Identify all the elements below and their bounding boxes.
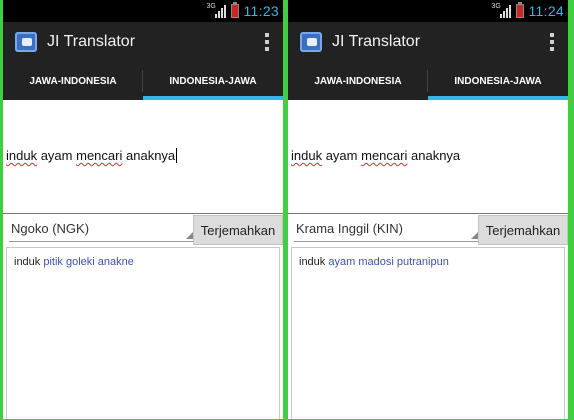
phone-screen-ngoko: 3G 11:23 JI Translator JAWA-INDONESIA IN… (3, 0, 283, 419)
language-level-dropdown[interactable]: Ngoko (NGK) (9, 215, 195, 242)
overflow-menu-icon[interactable] (265, 33, 269, 51)
status-bar: 3G 11:24 (288, 0, 568, 22)
controls-row: Ngoko (NGK) Terjemahkan (3, 214, 283, 245)
controls-row: Krama Inggil (KIN) Terjemahkan (288, 214, 568, 245)
app-title: JI Translator (332, 33, 421, 50)
translator-app-icon[interactable] (300, 32, 322, 52)
signal-icon: 3G (207, 3, 226, 18)
input-word: anaknya (126, 148, 176, 163)
tab-jawa-indonesia[interactable]: JAWA-INDONESIA (288, 62, 428, 100)
tab-indonesia-jawa[interactable]: INDONESIA-JAWA (428, 62, 568, 100)
translation-output: induk pitik goleki anakne (6, 247, 280, 419)
battery-icon (515, 2, 524, 18)
action-bar: JI Translator (288, 22, 568, 62)
output-first-word: induk (14, 256, 41, 268)
translate-button[interactable]: Terjemahkan (193, 215, 283, 245)
battery-icon (230, 2, 239, 18)
output-translated-words: pitik goleki anakne (43, 256, 134, 268)
language-level-value: Krama Inggil (KIN) (296, 221, 403, 236)
clock: 11:24 (528, 3, 564, 19)
dropdown-arrow-icon (471, 232, 478, 239)
translator-app-icon[interactable] (15, 32, 37, 52)
input-word: induk (6, 148, 38, 163)
overflow-menu-icon[interactable] (550, 33, 554, 51)
source-text-input[interactable]: induk ayam mencari anaknya (3, 100, 283, 214)
dropdown-arrow-icon (186, 232, 193, 239)
source-text-input[interactable]: induk ayam mencari anaknya (288, 100, 568, 214)
phone-screen-krama-inggil: 3G 11:24 JI Translator JAWA-INDONESIA IN… (288, 0, 568, 419)
action-bar: JI Translator (3, 22, 283, 62)
clock: 11:23 (243, 3, 279, 19)
output-first-word: induk (299, 256, 326, 268)
tab-jawa-indonesia[interactable]: JAWA-INDONESIA (3, 62, 143, 100)
tab-bar: JAWA-INDONESIA INDONESIA-JAWA (288, 62, 568, 100)
input-word: mencari (361, 148, 408, 163)
input-word: ayam (325, 148, 358, 163)
tab-indonesia-jawa[interactable]: INDONESIA-JAWA (143, 62, 283, 100)
language-level-value: Ngoko (NGK) (11, 221, 90, 236)
input-word: anaknya (411, 148, 461, 163)
translate-button[interactable]: Terjemahkan (478, 215, 568, 245)
language-level-dropdown[interactable]: Krama Inggil (KIN) (294, 215, 480, 242)
screenshots-container: 3G 11:23 JI Translator JAWA-INDONESIA IN… (0, 0, 574, 420)
translation-output: induk ayam madosi putranipun (291, 247, 565, 419)
input-word: mencari (76, 148, 123, 163)
signal-icon: 3G (492, 3, 511, 18)
output-translated-words: ayam madosi putranipun (328, 256, 449, 268)
status-bar: 3G 11:23 (3, 0, 283, 22)
tab-bar: JAWA-INDONESIA INDONESIA-JAWA (3, 62, 283, 100)
input-word: induk (291, 148, 323, 163)
input-word: ayam (40, 148, 73, 163)
text-cursor (176, 148, 178, 163)
app-title: JI Translator (47, 33, 136, 50)
